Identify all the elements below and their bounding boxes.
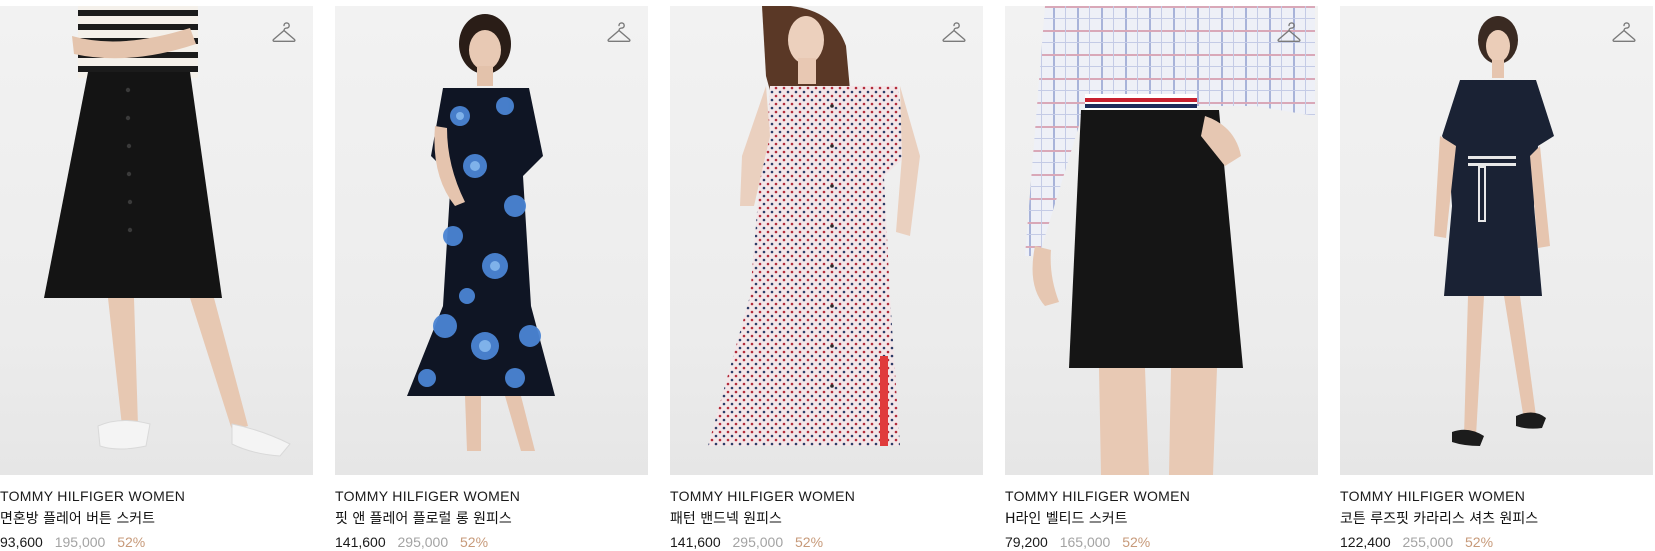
product-brand[interactable]: TOMMY HILFIGER WOMEN (335, 487, 648, 505)
product-prices: 141,600 295,000 52% (335, 533, 648, 551)
original-price: 165,000 (1059, 534, 1111, 550)
original-price: 255,000 (1402, 534, 1454, 550)
product-image[interactable] (1340, 6, 1653, 475)
product-image[interactable] (0, 6, 313, 475)
product-card[interactable]: TOMMY HILFIGER WOMEN 패턴 밴드넥 원피스 141,600 … (670, 6, 983, 551)
original-price: 295,000 (732, 534, 784, 550)
hanger-icon[interactable] (271, 22, 297, 46)
model-photo (44, 6, 291, 457)
sale-price: 141,600 (335, 534, 386, 550)
discount-rate: 52% (1465, 534, 1494, 550)
product-name[interactable]: 코튼 루즈핏 카라리스 셔츠 원피스 (1340, 510, 1653, 528)
product-name[interactable]: H라인 벨티드 스커트 (1005, 510, 1318, 528)
hanger-icon[interactable] (941, 22, 967, 46)
product-name[interactable]: 면혼방 플레어 버튼 스커트 (0, 510, 313, 528)
hanger-icon[interactable] (1276, 22, 1302, 46)
product-prices: 93,600 195,000 52% (0, 533, 313, 551)
product-card[interactable]: TOMMY HILFIGER WOMEN 핏 앤 플레어 플로럴 롱 원피스 1… (335, 6, 648, 551)
product-prices: 79,200 165,000 52% (1005, 533, 1318, 551)
product-image[interactable] (335, 6, 648, 475)
product-brand[interactable]: TOMMY HILFIGER WOMEN (1005, 487, 1318, 505)
model-photo (407, 14, 555, 451)
original-price: 195,000 (54, 534, 106, 550)
discount-rate: 52% (117, 534, 146, 550)
product-grid: TOMMY HILFIGER WOMEN 면혼방 플레어 버튼 스커트 93,6… (0, 0, 1655, 551)
discount-rate: 52% (460, 534, 489, 550)
sale-price: 122,400 (1340, 534, 1391, 550)
product-brand[interactable]: TOMMY HILFIGER WOMEN (1340, 487, 1653, 505)
product-card[interactable]: TOMMY HILFIGER WOMEN H라인 벨티드 스커트 79,200 … (1005, 6, 1318, 551)
sale-price: 141,600 (670, 534, 721, 550)
product-prices: 141,600 295,000 52% (670, 533, 983, 551)
model-photo (708, 6, 920, 446)
product-card[interactable]: TOMMY HILFIGER WOMEN 코튼 루즈핏 카라리스 셔츠 원피스 … (1340, 6, 1653, 551)
product-card[interactable]: TOMMY HILFIGER WOMEN 면혼방 플레어 버튼 스커트 93,6… (0, 6, 313, 551)
discount-rate: 52% (795, 534, 824, 550)
sale-price: 79,200 (1005, 534, 1048, 550)
product-name[interactable]: 핏 앤 플레어 플로럴 롱 원피스 (335, 510, 648, 528)
product-prices: 122,400 255,000 52% (1340, 533, 1653, 551)
sale-price: 93,600 (0, 534, 43, 550)
product-brand[interactable]: TOMMY HILFIGER WOMEN (0, 487, 313, 505)
product-brand[interactable]: TOMMY HILFIGER WOMEN (670, 487, 983, 505)
product-image[interactable] (670, 6, 983, 475)
model-photo (1434, 16, 1554, 446)
original-price: 295,000 (397, 534, 449, 550)
hanger-icon[interactable] (1611, 22, 1637, 46)
hanger-icon[interactable] (606, 22, 632, 46)
product-name[interactable]: 패턴 밴드넥 원피스 (670, 510, 983, 528)
discount-rate: 52% (1122, 534, 1151, 550)
product-image[interactable] (1005, 6, 1318, 475)
model-photo (1025, 6, 1315, 475)
